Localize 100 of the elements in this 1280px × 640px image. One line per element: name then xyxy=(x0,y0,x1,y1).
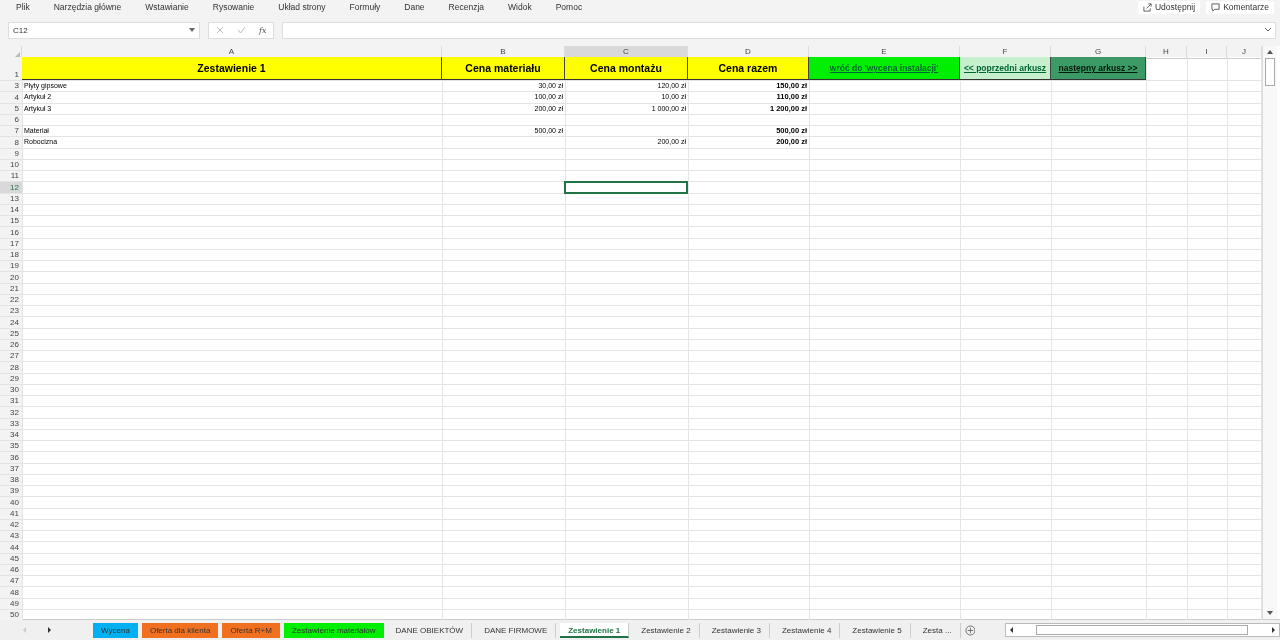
row-number[interactable]: 26 xyxy=(0,339,22,350)
row-number[interactable]: 29 xyxy=(0,373,22,384)
sheet-tab[interactable]: Zestawienie 3 xyxy=(703,622,770,638)
cancel-icon[interactable] xyxy=(215,26,224,34)
row-number[interactable]: 40 xyxy=(0,497,22,508)
row-number[interactable]: 34 xyxy=(0,429,22,440)
vertical-scrollbar[interactable] xyxy=(1262,46,1277,619)
expand-icon xyxy=(1265,28,1271,32)
row-number[interactable]: 8 xyxy=(0,137,22,148)
insert-function-button[interactable]: fx xyxy=(258,25,267,35)
link-cell[interactable]: wróć do 'wycena instalacji' xyxy=(809,57,960,80)
row-number[interactable]: 25 xyxy=(0,328,22,339)
row-number[interactable]: 37 xyxy=(0,463,22,474)
row-number[interactable]: 49 xyxy=(0,598,22,609)
row-number[interactable]: 30 xyxy=(0,384,22,395)
scroll-right-icon[interactable] xyxy=(1269,626,1277,634)
header-cell: Cena razem xyxy=(688,57,809,80)
row-number[interactable]: 17 xyxy=(0,238,22,249)
row-number[interactable]: 32 xyxy=(0,407,22,418)
row-number[interactable]: 42 xyxy=(0,519,22,530)
row-number[interactable]: 4 xyxy=(0,92,22,103)
menu-item[interactable]: Narzędzia główne xyxy=(53,2,122,12)
row-number[interactable]: 15 xyxy=(0,216,22,227)
sheet-tab[interactable]: Zestawienie 1 xyxy=(560,622,630,638)
row-number[interactable]: 46 xyxy=(0,564,22,575)
row-number[interactable]: 20 xyxy=(0,272,22,283)
row-number[interactable]: 11 xyxy=(0,171,22,182)
menu-item[interactable]: Pomoc xyxy=(555,2,583,12)
row-number[interactable]: 21 xyxy=(0,283,22,294)
sheet-tab[interactable]: Zestawienie materiałów xyxy=(283,622,384,638)
menu-item[interactable]: Formuły xyxy=(349,2,381,12)
horizontal-scrollbar[interactable] xyxy=(1005,623,1280,637)
row-number[interactable]: 36 xyxy=(0,452,22,463)
sheet-tab[interactable]: Oferta R+M xyxy=(222,622,280,638)
row-number[interactable]: 16 xyxy=(0,227,22,238)
formula-input[interactable] xyxy=(282,21,1276,39)
menu-item[interactable]: Widok xyxy=(508,2,532,12)
comment-icon xyxy=(1211,2,1221,12)
sheet-tab[interactable]: Zestawienie 2 xyxy=(633,622,700,638)
row-number[interactable]: 24 xyxy=(0,317,22,328)
share-icon xyxy=(1143,2,1152,12)
row-number[interactable]: 38 xyxy=(0,474,22,485)
sheet-tab[interactable]: Zesta ... xyxy=(914,622,961,638)
row-number[interactable]: 47 xyxy=(0,576,22,587)
row-number[interactable]: 5 xyxy=(0,103,22,114)
header-cell: Cena materiału xyxy=(442,57,565,80)
row-number[interactable]: 12 xyxy=(0,182,22,193)
next-sheet-icon[interactable] xyxy=(46,627,52,633)
sheet-tab[interactable]: Zestawienie 4 xyxy=(774,622,841,638)
row-number[interactable]: 18 xyxy=(0,249,22,260)
header-cell: Zestawienie 1 xyxy=(22,57,442,80)
name-box[interactable]: C12 xyxy=(8,21,200,39)
row-number[interactable]: 14 xyxy=(0,204,22,215)
menu-item[interactable]: Recenzja xyxy=(448,2,485,12)
row-number[interactable]: 31 xyxy=(0,396,22,407)
row-number[interactable]: 9 xyxy=(0,148,22,159)
row-number[interactable]: 33 xyxy=(0,418,22,429)
sheet-tab[interactable]: DANE OBIEKTÓW xyxy=(387,622,473,638)
sheet-tab[interactable]: Oferta dla klienta xyxy=(141,622,219,638)
row-number[interactable]: 6 xyxy=(0,114,22,125)
selected-cell[interactable] xyxy=(564,181,688,194)
row-number[interactable]: 28 xyxy=(0,362,22,373)
header-cell: Cena montażu xyxy=(565,57,688,80)
row-number[interactable]: 44 xyxy=(0,542,22,553)
menu-item[interactable]: Wstawianie xyxy=(145,2,189,12)
row-number[interactable]: 7 xyxy=(0,126,22,137)
row-number[interactable]: 43 xyxy=(0,531,22,542)
link-cell[interactable]: następny arkusz >> xyxy=(1051,57,1146,80)
link-cell[interactable]: << poprzedni arkusz xyxy=(960,57,1051,80)
sheet-tab[interactable]: Zestawienie 5 xyxy=(844,622,911,638)
sheet-tab[interactable]: Wycena xyxy=(93,622,138,638)
add-sheet-icon[interactable] xyxy=(964,624,976,636)
scroll-down-icon[interactable] xyxy=(1265,609,1275,617)
row-number[interactable]: 13 xyxy=(0,193,22,204)
menu-item[interactable]: Układ strony xyxy=(278,2,326,12)
sheet-tab[interactable]: DANE FIRMOWE xyxy=(476,622,557,638)
row-number[interactable]: 27 xyxy=(0,351,22,362)
row-number[interactable]: 41 xyxy=(0,508,22,519)
row-number[interactable]: 3 xyxy=(0,81,22,92)
row-number[interactable]: 35 xyxy=(0,441,22,452)
confirm-icon[interactable] xyxy=(236,26,246,34)
row-number[interactable]: 22 xyxy=(0,294,22,305)
row-number[interactable]: 45 xyxy=(0,553,22,564)
scroll-up-icon[interactable] xyxy=(1265,48,1275,56)
menu-item[interactable]: Dane xyxy=(404,2,425,12)
row-number[interactable]: 48 xyxy=(0,587,22,598)
previous-sheet-icon[interactable] xyxy=(22,627,28,633)
ribbon-button[interactable]: Udostępnij xyxy=(1138,0,1201,14)
row-number[interactable]: 50 xyxy=(0,609,22,620)
ribbon-button[interactable]: Komentarze xyxy=(1206,0,1274,14)
row-number[interactable]: 19 xyxy=(0,261,22,272)
menu-item[interactable]: Plik xyxy=(16,2,30,12)
scroll-thumb[interactable] xyxy=(1036,625,1249,635)
scroll-thumb[interactable] xyxy=(1265,58,1275,86)
row-number[interactable]: 10 xyxy=(0,159,22,170)
dropdown-icon xyxy=(189,28,195,32)
menu-item[interactable]: Rysowanie xyxy=(212,2,255,12)
row-number[interactable]: 39 xyxy=(0,486,22,497)
row-number[interactable]: 1 xyxy=(0,57,22,80)
row-number[interactable]: 23 xyxy=(0,306,22,317)
